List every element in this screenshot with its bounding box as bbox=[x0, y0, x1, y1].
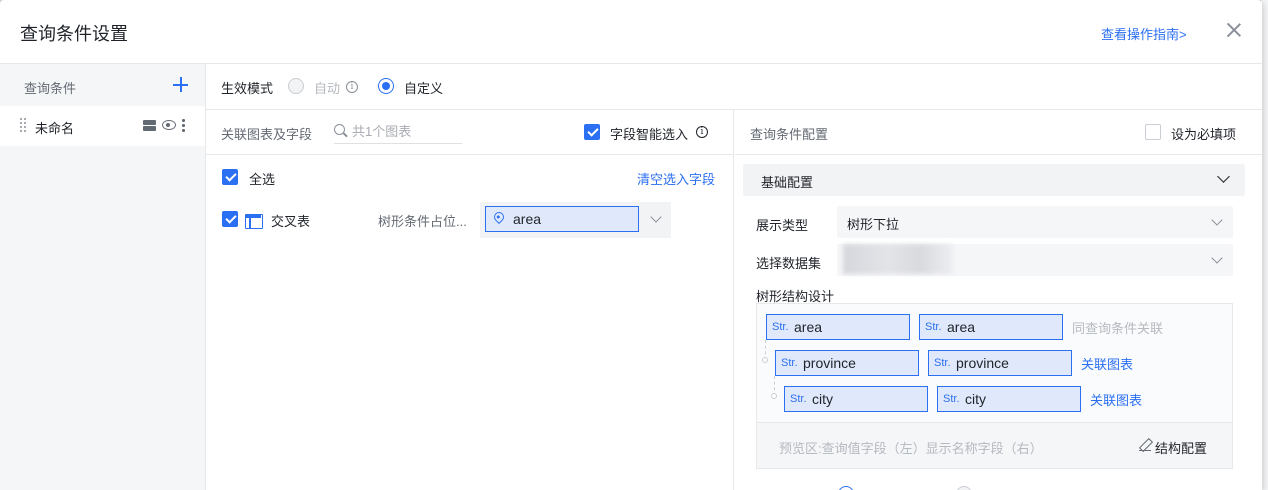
display-type-select[interactable]: 树形下拉 bbox=[837, 206, 1233, 238]
tree-structure-design: Str. area Str. area 同查询条件关联 Str. provinc… bbox=[756, 303, 1233, 469]
tree-node-dot bbox=[762, 357, 768, 363]
smart-select-label: 字段智能选入 bbox=[610, 127, 689, 142]
guide-link[interactable]: 查看操作指南> bbox=[1101, 24, 1187, 43]
required-label: 设为必填项 bbox=[1171, 127, 1237, 142]
chart-search-input[interactable] bbox=[352, 122, 460, 140]
config-title: 查询条件配置 bbox=[750, 127, 829, 142]
preview-hint: 预览区:查询值字段（左）显示名称字段（右） bbox=[779, 441, 1043, 456]
str-type-tag: Str. bbox=[790, 393, 807, 405]
str-type-tag: Str. bbox=[934, 357, 951, 369]
chart-search bbox=[334, 120, 462, 144]
tree-node-value[interactable]: Str. area bbox=[766, 314, 910, 340]
dataset-value-redacted bbox=[843, 244, 953, 274]
drag-handle-icon[interactable] bbox=[20, 118, 28, 132]
chevron-down-icon bbox=[1211, 252, 1223, 264]
field-tag-text: area bbox=[513, 211, 542, 227]
dataset-select[interactable] bbox=[837, 244, 1233, 276]
dataset-icon[interactable] bbox=[143, 120, 156, 132]
effect-mode-row: 生效模式 自动 i 自定义 bbox=[206, 64, 1262, 110]
link-query-condition: 同查询条件关联 bbox=[1072, 321, 1164, 336]
display-type-value: 树形下拉 bbox=[847, 217, 900, 232]
tree-node-text: city bbox=[812, 391, 833, 407]
str-type-tag: Str. bbox=[925, 321, 942, 333]
query-condition-dialog: 查询条件设置 查看操作指南> 查询条件 未命名 生效模式 自动 i 自定义 关联… bbox=[0, 0, 1262, 490]
tree-node-display[interactable]: Str. city bbox=[937, 386, 1081, 412]
chart-field-select[interactable]: area bbox=[480, 202, 671, 238]
basic-config-section[interactable]: 基础配置 bbox=[743, 164, 1245, 196]
linked-charts-label: 关联图表及字段 bbox=[221, 127, 313, 142]
condition-item[interactable]: 未命名 bbox=[0, 106, 205, 146]
chevron-down-icon bbox=[1217, 170, 1230, 183]
tree-node-text: area bbox=[794, 319, 823, 335]
smart-select-info-icon[interactable]: i bbox=[696, 126, 708, 138]
add-condition-button[interactable] bbox=[172, 76, 190, 94]
dataset-label: 选择数据集 bbox=[756, 256, 822, 271]
radio-partial[interactable] bbox=[838, 486, 854, 490]
radio-custom-label: 自定义 bbox=[404, 81, 444, 96]
location-pin-icon bbox=[491, 209, 507, 225]
chart-name: 交叉表 bbox=[271, 214, 311, 229]
close-icon[interactable] bbox=[1224, 20, 1244, 40]
tree-node-value[interactable]: Str. city bbox=[784, 386, 928, 412]
auto-info-icon[interactable]: i bbox=[346, 81, 358, 93]
field-tag: area bbox=[485, 206, 639, 232]
display-format-row-partial bbox=[756, 480, 1156, 490]
select-all-checkbox[interactable] bbox=[222, 169, 238, 185]
tree-node-text: city bbox=[965, 391, 986, 407]
sidebar-title: 查询条件 bbox=[24, 81, 77, 96]
condition-config-panel: 查询条件配置 设为必填项 基础配置 展示类型 树形下拉 选择数据集 树形结构设计 bbox=[735, 110, 1262, 490]
required-checkbox[interactable] bbox=[1145, 124, 1161, 140]
str-type-tag: Str. bbox=[781, 357, 798, 369]
cross-table-icon bbox=[245, 214, 263, 229]
dialog-title: 查询条件设置 bbox=[20, 24, 128, 44]
linked-charts-panel: 关联图表及字段 字段智能选入 i 全选 清空选入字段 交叉表 树形条件占位...… bbox=[206, 110, 734, 490]
chevron-down-icon bbox=[650, 211, 662, 223]
condition-sidebar: 查询条件 未命名 bbox=[0, 64, 206, 490]
dialog-header: 查询条件设置 查看操作指南> bbox=[0, 0, 1262, 64]
smart-select-checkbox[interactable] bbox=[584, 124, 600, 140]
tree-preview-bar: 预览区:查询值字段（左）显示名称字段（右） 结构配置 bbox=[757, 422, 1232, 468]
structure-config-button[interactable]: 结构配置 bbox=[1155, 438, 1207, 457]
str-type-tag: Str. bbox=[772, 321, 789, 333]
clear-fields-link[interactable]: 清空选入字段 bbox=[637, 169, 715, 188]
effect-mode-label: 生效模式 bbox=[221, 81, 274, 96]
select-all-label: 全选 bbox=[249, 172, 276, 187]
radio-auto-label: 自动 bbox=[314, 81, 341, 96]
chevron-down-icon bbox=[1211, 214, 1223, 226]
tree-node-text: area bbox=[947, 319, 976, 335]
tree-node-text: province bbox=[956, 355, 1009, 371]
section-title: 基础配置 bbox=[761, 175, 814, 190]
radio-auto[interactable] bbox=[288, 78, 304, 94]
tree-node-dot bbox=[771, 393, 777, 399]
linked-charts-header: 关联图表及字段 字段智能选入 i bbox=[206, 110, 733, 155]
config-header: 查询条件配置 设为必填项 bbox=[735, 110, 1262, 155]
chart-checkbox[interactable] bbox=[222, 211, 238, 227]
display-type-label: 展示类型 bbox=[756, 218, 809, 233]
radio-custom[interactable] bbox=[378, 78, 394, 94]
eye-icon[interactable] bbox=[162, 120, 176, 130]
radio-partial[interactable] bbox=[956, 486, 972, 490]
tree-node-text: province bbox=[803, 355, 856, 371]
condition-name: 未命名 bbox=[35, 121, 75, 136]
link-chart-button[interactable]: 关联图表 bbox=[1081, 354, 1133, 373]
search-icon bbox=[334, 124, 345, 135]
tree-node-display[interactable]: Str. province bbox=[928, 350, 1072, 376]
edit-icon[interactable] bbox=[1139, 439, 1151, 452]
chart-field-label: 树形条件占位... bbox=[378, 214, 467, 229]
more-vertical-icon[interactable] bbox=[181, 119, 185, 133]
str-type-tag: Str. bbox=[943, 393, 960, 405]
tree-node-value[interactable]: Str. province bbox=[775, 350, 919, 376]
tree-node-display[interactable]: Str. area bbox=[919, 314, 1063, 340]
link-chart-button[interactable]: 关联图表 bbox=[1090, 390, 1142, 409]
